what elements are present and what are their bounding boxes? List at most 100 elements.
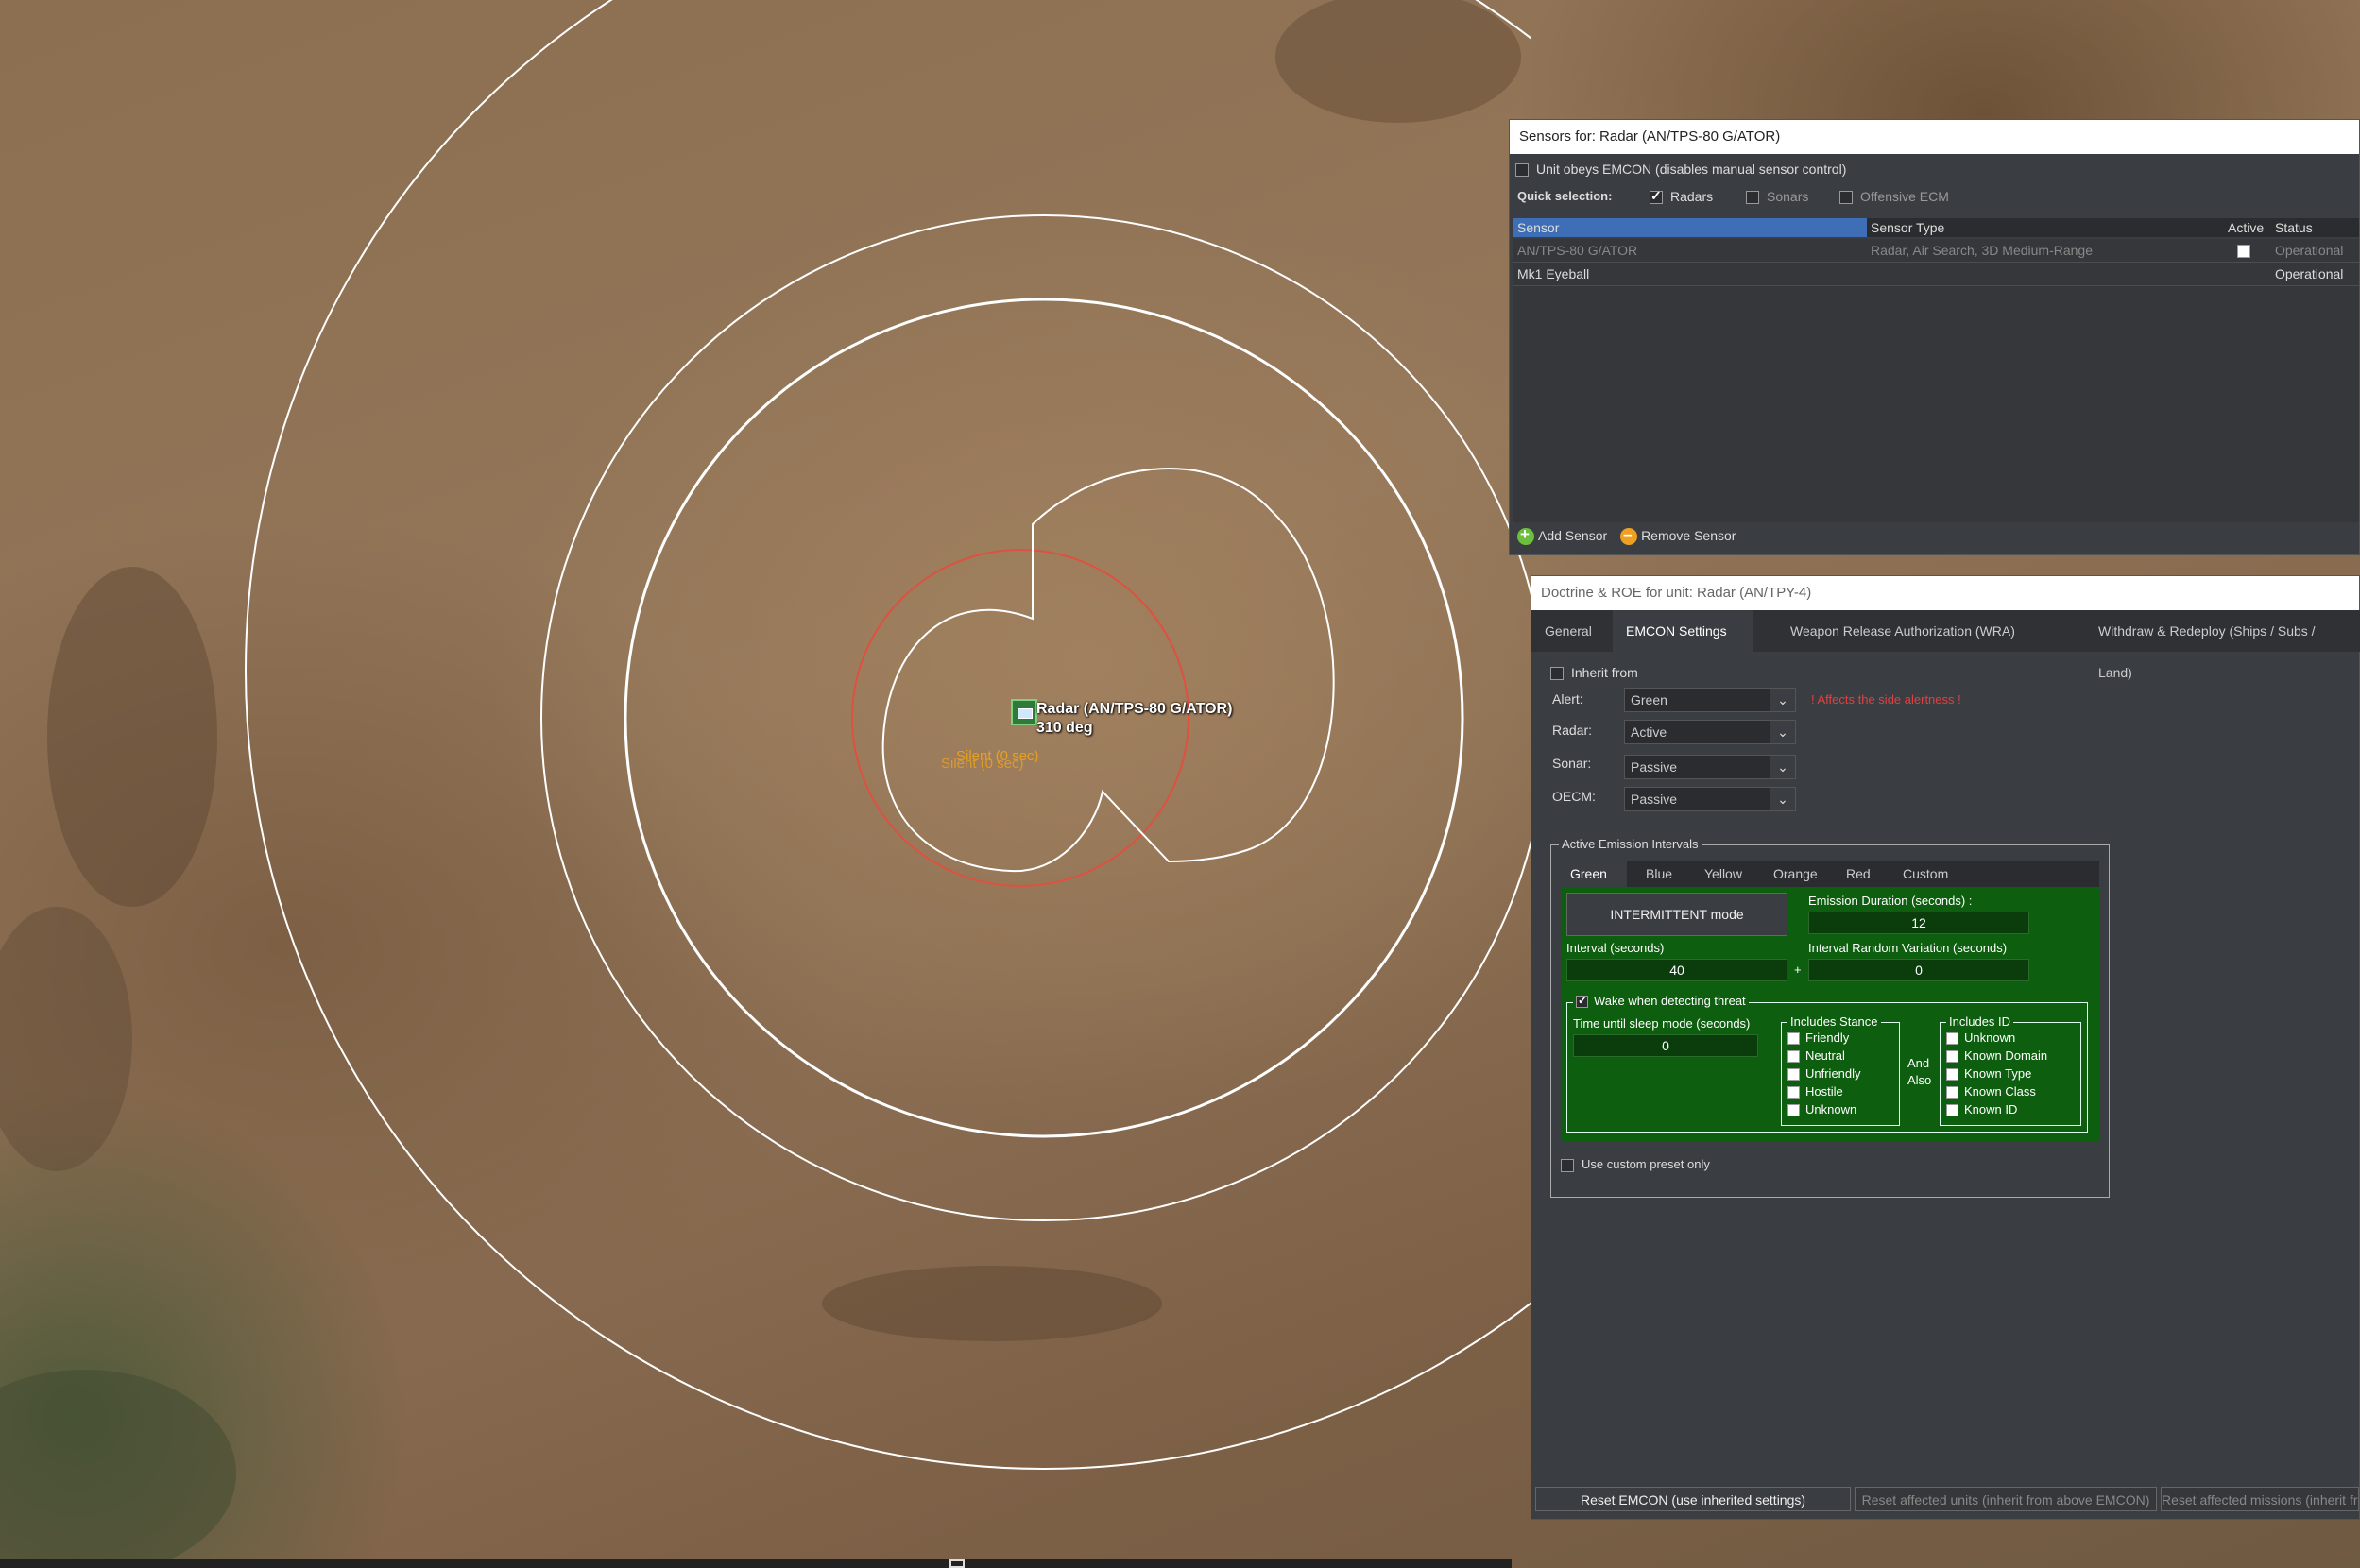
alert-label: Alert:	[1552, 691, 1583, 707]
tab-yellow[interactable]: Yellow	[1695, 861, 1752, 887]
sensor-footer: Add Sensor Remove Sensor	[1517, 525, 1736, 546]
doctrine-bottom-bar: Reset EMCON (use inherited settings) Res…	[1531, 1483, 2360, 1515]
tab-blue[interactable]: Blue	[1636, 861, 1682, 887]
quick-radars-check[interactable]	[1650, 188, 1663, 205]
tab-general[interactable]: General	[1531, 610, 1605, 652]
alert-select[interactable]: Green ⌄	[1624, 688, 1796, 712]
sensor-status: Operational	[2275, 266, 2344, 281]
sensor-grid: AN/TPS-80 G/ATOR Radar, Air Search, 3D M…	[1513, 239, 2359, 522]
col-status[interactable]: Status	[2275, 220, 2313, 235]
alert-warning: ! Affects the side alertness !	[1811, 692, 1961, 707]
id-known-class[interactable]: Known Class	[1946, 1084, 2036, 1099]
inherit-label: Inherit from	[1571, 665, 1638, 680]
id-known-type-label: Known Type	[1964, 1066, 2032, 1081]
quick-sonars-check[interactable]	[1746, 191, 1759, 205]
stance-unfriendly[interactable]: Unfriendly	[1787, 1066, 1861, 1082]
radar-value: Active	[1631, 724, 1667, 740]
quick-offensive-ecm[interactable]: Offensive ECM	[1839, 189, 1949, 205]
quick-ecm-check[interactable]	[1839, 191, 1853, 205]
id-legend: Includes ID	[1946, 1014, 2014, 1029]
chevron-down-icon: ⌄	[1770, 788, 1795, 810]
wake-check[interactable]	[1576, 994, 1588, 1009]
inner-range-ring	[624, 298, 1464, 1138]
tab-orange[interactable]: Orange	[1764, 861, 1827, 887]
silent-label-overlap: Silent (0 sec)	[941, 756, 1024, 772]
quick-sonars-label: Sonars	[1767, 189, 1809, 204]
stance-neutral-label: Neutral	[1805, 1048, 1845, 1063]
col-active[interactable]: Active	[2228, 220, 2264, 235]
id-known-domain[interactable]: Known Domain	[1946, 1048, 2047, 1064]
emcon-obey-label: Unit obeys EMCON (disables manual sensor…	[1536, 162, 1847, 177]
interval-input[interactable]: 40	[1566, 959, 1787, 981]
stance-hostile[interactable]: Hostile	[1787, 1084, 1843, 1099]
inherit-check[interactable]	[1550, 667, 1564, 681]
id-known-type[interactable]: Known Type	[1946, 1066, 2032, 1082]
sensor-type: Radar, Air Search, 3D Medium-Range	[1871, 243, 2093, 258]
radar-unit-icon[interactable]	[1011, 699, 1037, 725]
sleep-label: Time until sleep mode (seconds)	[1573, 1016, 1751, 1031]
sensor-column-highlight	[1513, 218, 1867, 237]
sonar-label: Sonar:	[1552, 756, 1592, 771]
unit-label: Radar (AN/TPS-80 G/ATOR)	[1036, 701, 1233, 717]
table-row[interactable]: Mk1 Eyeball Operational	[1513, 263, 2359, 286]
id-known-id-label: Known ID	[1964, 1102, 2018, 1116]
tab-custom[interactable]: Custom	[1893, 861, 1958, 887]
id-known-id[interactable]: Known ID	[1946, 1102, 2018, 1117]
custom-preset-checkbox[interactable]: Use custom preset only	[1561, 1157, 1710, 1172]
emission-duration-label: Emission Duration (seconds) :	[1808, 894, 1973, 908]
sonar-value: Passive	[1631, 759, 1678, 775]
id-unknown[interactable]: Unknown	[1946, 1031, 2016, 1046]
emcon-obey-checkbox[interactable]: Unit obeys EMCON (disables manual sensor…	[1515, 162, 1847, 178]
stance-unfriendly-label: Unfriendly	[1805, 1066, 1861, 1081]
interval-random-input[interactable]: 0	[1808, 959, 2029, 981]
col-sensor[interactable]: Sensor	[1517, 220, 1559, 235]
tab-red[interactable]: Red	[1837, 861, 1880, 887]
id-unknown-label: Unknown	[1964, 1031, 2016, 1045]
quick-radars[interactable]: Radars	[1650, 188, 1714, 205]
active-emission-intervals: Active Emission Intervals Green Blue Yel…	[1550, 837, 2110, 1198]
quick-selection-label: Quick selection:	[1517, 189, 1613, 203]
plus-sign: +	[1794, 963, 1802, 977]
stance-legend: Includes Stance	[1787, 1014, 1881, 1029]
tab-withdraw-redeploy[interactable]: Withdraw & Redeploy (Ships / Subs / Land…	[2085, 610, 2360, 680]
sensor-name: Mk1 Eyeball	[1517, 266, 1590, 281]
add-sensor-label: Add Sensor	[1538, 528, 1608, 543]
quick-sonars[interactable]: Sonars	[1746, 189, 1809, 205]
remove-sensor-label: Remove Sensor	[1641, 528, 1736, 543]
oecm-label: OECM:	[1552, 789, 1596, 804]
chevron-down-icon: ⌄	[1770, 756, 1795, 778]
emcon-obey-check[interactable]	[1515, 163, 1529, 178]
oecm-select[interactable]: Passive ⌄	[1624, 787, 1796, 811]
stance-neutral[interactable]: Neutral	[1787, 1048, 1845, 1064]
tab-wra[interactable]: Weapon Release Authorization (WRA)	[1777, 610, 2028, 652]
col-sensor-type[interactable]: Sensor Type	[1871, 220, 1944, 235]
green-interval-panel: INTERMITTENT mode Emission Duration (sec…	[1561, 887, 2099, 1142]
stance-unknown[interactable]: Unknown	[1787, 1102, 1856, 1117]
radar-label: Radar:	[1552, 723, 1593, 738]
alert-value: Green	[1631, 692, 1667, 707]
wake-checkbox[interactable]: Wake when detecting threat	[1573, 994, 1749, 1009]
sleep-input[interactable]: 0	[1573, 1034, 1758, 1057]
sensor-coverage-outline	[881, 468, 1335, 873]
emission-duration-input[interactable]: 12	[1808, 912, 2029, 934]
custom-preset-check[interactable]	[1561, 1158, 1574, 1172]
reset-missions-button[interactable]: Reset affected missions (inherit from ab…	[2161, 1487, 2359, 1511]
wake-group: Wake when detecting threat Time until sl…	[1566, 994, 2088, 1133]
table-row[interactable]: AN/TPS-80 G/ATOR Radar, Air Search, 3D M…	[1513, 239, 2359, 263]
add-icon	[1517, 525, 1534, 546]
strip-marker	[949, 1559, 965, 1568]
quick-radars-label: Radars	[1670, 189, 1714, 204]
chevron-down-icon: ⌄	[1770, 689, 1795, 711]
radar-select[interactable]: Active ⌄	[1624, 720, 1796, 744]
tab-emcon-settings[interactable]: EMCON Settings	[1613, 610, 1753, 652]
tab-green[interactable]: Green	[1561, 861, 1627, 887]
add-sensor-button[interactable]: Add Sensor	[1517, 525, 1608, 546]
remove-sensor-button[interactable]: Remove Sensor	[1620, 525, 1736, 546]
stance-friendly[interactable]: Friendly	[1787, 1031, 1849, 1046]
intermittent-mode-button[interactable]: INTERMITTENT mode	[1566, 893, 1787, 936]
reset-emcon-button[interactable]: Reset EMCON (use inherited settings)	[1535, 1487, 1851, 1511]
unit-heading: 310 deg	[1036, 720, 1093, 736]
sonar-select[interactable]: Passive ⌄	[1624, 755, 1796, 779]
inherit-from[interactable]: Inherit from	[1550, 665, 1638, 681]
reset-units-button[interactable]: Reset affected units (inherit from above…	[1855, 1487, 2157, 1511]
